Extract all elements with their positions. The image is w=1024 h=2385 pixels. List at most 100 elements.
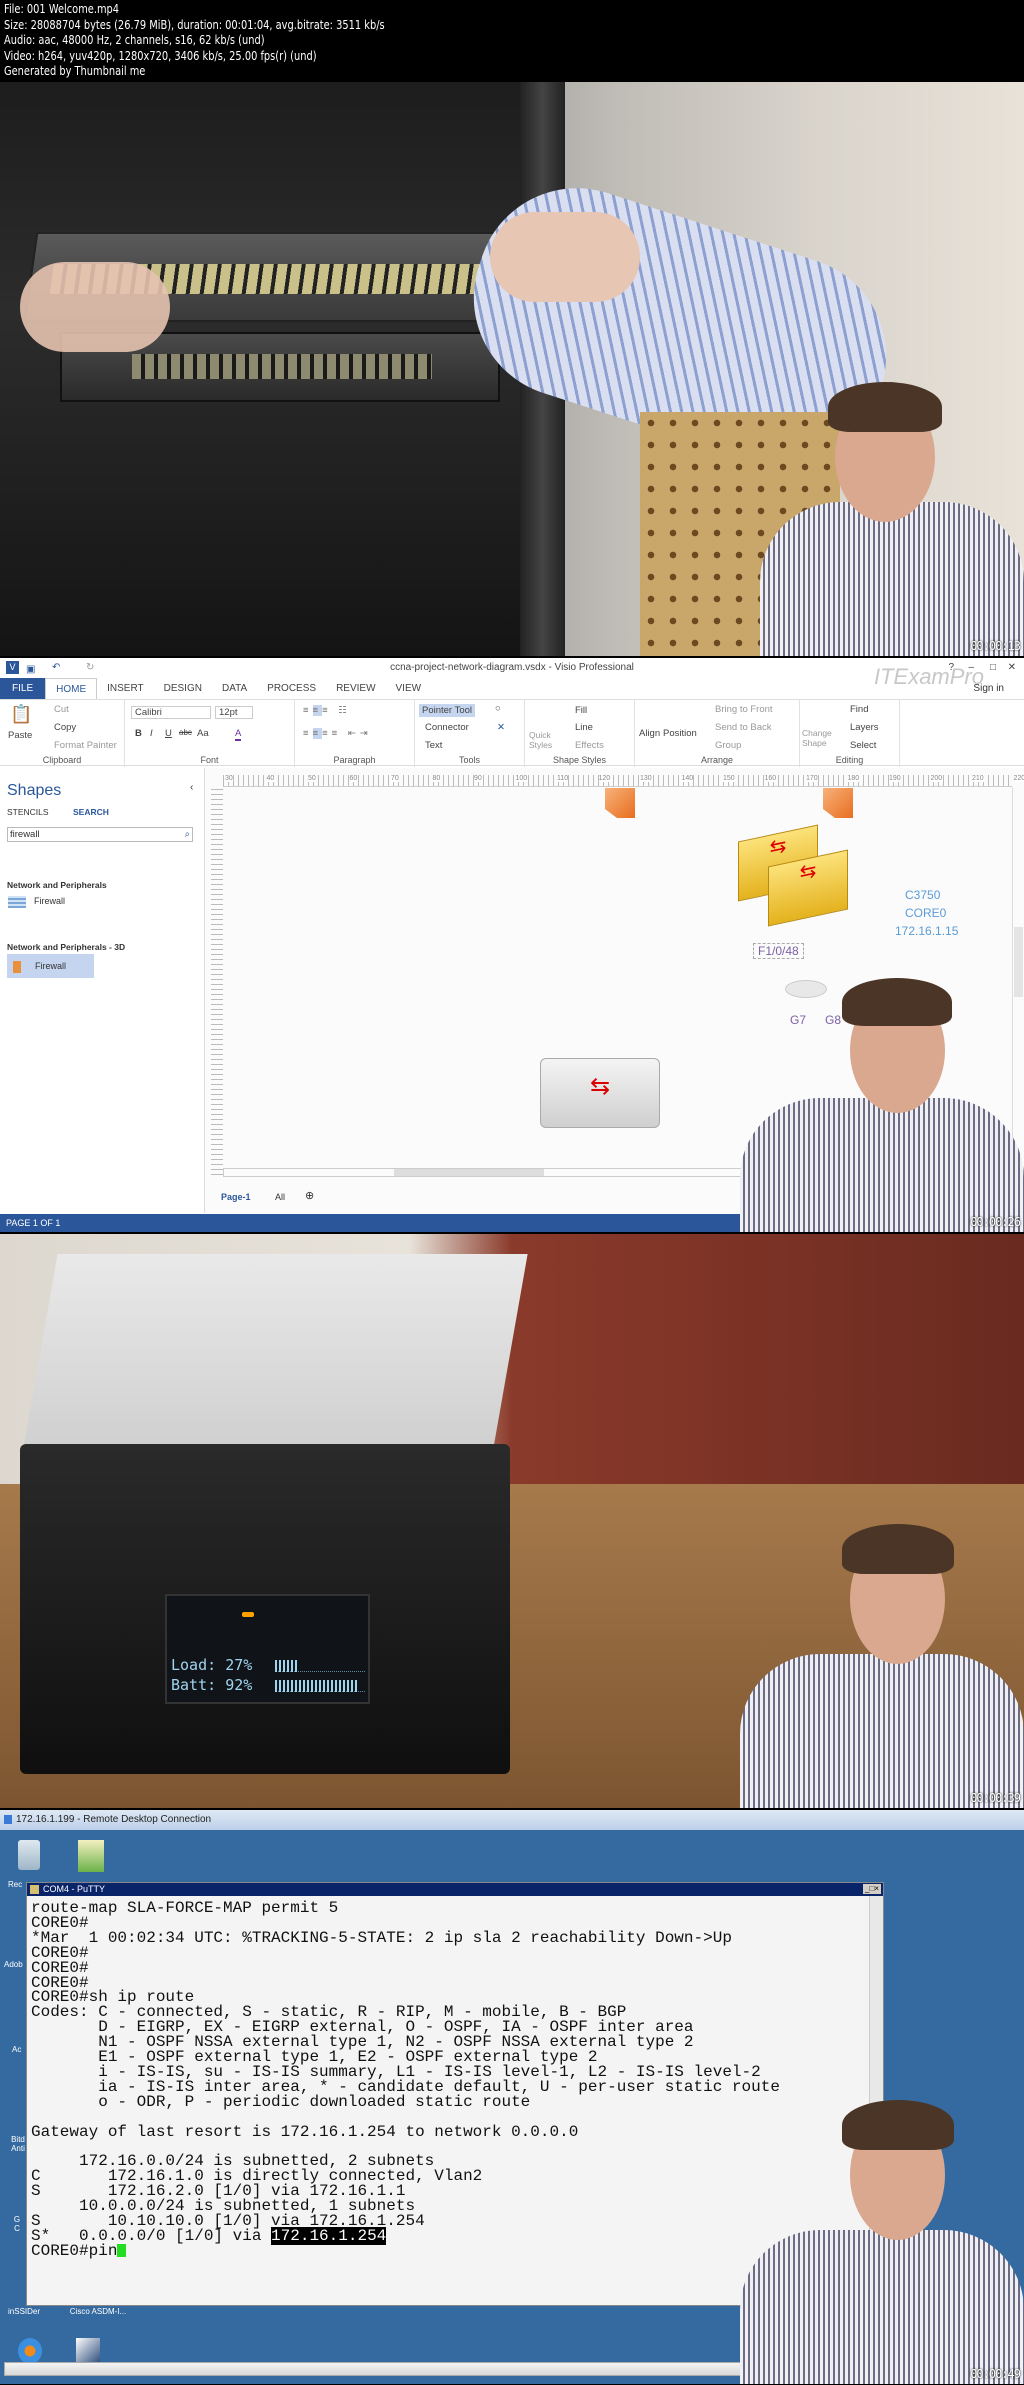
search-icon[interactable]: ⌕ <box>185 828 190 841</box>
rdp-icon <box>4 1815 12 1824</box>
tab-data[interactable]: DATA <box>212 678 257 699</box>
font-color-button[interactable]: A <box>235 728 242 741</box>
drawing-canvas[interactable]: 30 40 50 60 70 80 90 100 110 120 130 140 150 160 170 18… <box>205 768 1024 1213</box>
inssider-icon[interactable] <box>18 2338 42 2364</box>
timestamp: 00:00:49 <box>970 2367 1021 2381</box>
close-x-icon[interactable]: ✕ <box>497 722 505 733</box>
tab-home[interactable]: HOME <box>45 677 98 700</box>
page-tab[interactable]: Page-1 <box>221 1192 251 1202</box>
fill-button[interactable]: Fill <box>575 705 587 716</box>
layers-button[interactable]: Layers <box>850 722 879 733</box>
effects-button[interactable]: Effects <box>575 740 604 751</box>
paragraph-label: Paragraph <box>333 755 376 765</box>
change-shape-button[interactable]: Change Shape <box>802 728 836 748</box>
font-group: Calibri 12pt B I U abc Aa A Font <box>125 700 295 767</box>
horizontal-scrollbar[interactable] <box>223 1168 1012 1177</box>
rdp-title-bar: 172.16.1.199 - Remote Desktop Connection <box>0 1810 1024 1830</box>
tab-file[interactable]: FILE <box>0 678 46 699</box>
ribbon-tabs: FILE HOME INSERT DESIGN DATA PROCESS REV… <box>0 664 1024 700</box>
router-shape[interactable]: ⇆ <box>540 1058 660 1128</box>
close-button[interactable]: ✕ <box>1008 658 1016 678</box>
terminal-prompt[interactable]: CORE0#pin <box>31 2243 780 2259</box>
terminal-output[interactable]: route-map SLA-FORCE-MAP permit 5 CORE0# *M… <box>31 1899 780 2259</box>
pointer-tool-button[interactable]: Pointer Tool <box>419 704 475 717</box>
file-info-header: File: 001 Welcome.mp4 Size: 28088704 byt… <box>4 2 385 80</box>
tab-insert[interactable]: INSERT <box>97 678 154 699</box>
copy-button[interactable]: Copy <box>54 722 76 733</box>
shape-styles-label: Shape Styles <box>552 755 607 765</box>
connector-button[interactable]: Connector <box>425 722 469 733</box>
send-to-back-button[interactable]: Send to Back <box>715 722 772 733</box>
tab-view[interactable]: VIEW <box>386 678 432 699</box>
terminal-line: Gateway of last resort is 172.16.1.254 t… <box>31 2122 579 2141</box>
text-tool-button[interactable]: Text <box>425 740 442 751</box>
tab-search[interactable]: SEARCH <box>73 807 109 817</box>
ruler-tick-label: 150 <box>723 775 735 782</box>
shape-item-firewall-3d[interactable]: Firewall <box>7 954 94 978</box>
tab-process[interactable]: PROCESS <box>257 678 326 699</box>
maximize-button[interactable]: □ <box>990 658 996 678</box>
tab-stencils[interactable]: STENCILS <box>7 807 49 817</box>
collapse-pane-icon[interactable]: ‹ <box>190 782 193 793</box>
undo-icon[interactable]: ↶ <box>52 658 60 678</box>
shape-item-firewall[interactable]: Firewall <box>8 894 65 908</box>
ruler-tick-label: 200 <box>930 775 943 782</box>
add-page-button[interactable]: ⊕ <box>305 1189 314 1202</box>
firewall-shape-2[interactable] <box>823 788 853 818</box>
leopard-blanket <box>640 412 840 656</box>
shapes-title: Shapes <box>7 782 62 799</box>
port-label[interactable]: F1/0/48 <box>753 943 804 959</box>
font-size-select[interactable]: 12pt <box>215 706 253 719</box>
paste-button[interactable]: Paste <box>8 730 32 741</box>
notepad-shortcut-icon[interactable] <box>78 1840 104 1872</box>
underline-button[interactable]: U <box>165 728 172 739</box>
firewall-shape[interactable] <box>605 788 635 818</box>
strikethrough-button[interactable]: abc <box>179 728 192 737</box>
tab-review[interactable]: REVIEW <box>326 678 385 699</box>
terminal-scrollbar[interactable] <box>869 1896 883 2305</box>
page-count: PAGE 1 OF 1 <box>6 1218 61 1228</box>
find-button[interactable]: Find <box>850 704 868 715</box>
g8-label: G8 <box>825 1013 842 1027</box>
cut-button[interactable]: Cut <box>54 704 69 715</box>
search-value: firewall <box>10 829 40 840</box>
load-value: 27% <box>225 1656 253 1674</box>
position-button[interactable]: Position <box>663 728 697 739</box>
redo-icon[interactable]: ↻ <box>86 658 94 678</box>
group-button[interactable]: Group <box>715 740 741 751</box>
rdp-horizontal-scrollbar[interactable] <box>4 2362 1024 2376</box>
recycle-bin-icon[interactable] <box>18 1840 40 1870</box>
line-button[interactable]: Line <box>575 722 593 733</box>
shape-styles-group: Quick Styles Fill Line Effects Shape Sty… <box>525 700 635 767</box>
desktop-icon-label: Adob <box>4 1960 23 1969</box>
font-name-select[interactable]: Calibri <box>131 706 211 719</box>
tab-design[interactable]: DESIGN <box>154 678 212 699</box>
desktop-icon-label: Ac <box>12 2045 22 2054</box>
change-case-button[interactable]: Aa <box>197 728 209 739</box>
putty-window-controls[interactable]: _□× <box>863 1884 881 1894</box>
ups-load-row: Load: 27% <box>171 1656 252 1674</box>
bring-to-front-button[interactable]: Bring to Front <box>715 704 773 715</box>
shapes-search-input[interactable]: firewall ⌕ <box>7 827 193 842</box>
ellipse-icon[interactable]: ○ <box>495 703 501 714</box>
italic-button[interactable]: I <box>150 728 153 739</box>
vertical-scrollbar[interactable] <box>1012 787 1024 1168</box>
format-painter-button[interactable]: Format Painter <box>54 740 117 751</box>
save-icon[interactable]: ▣ <box>26 660 35 680</box>
align-icons[interactable]: ≡≡≡ ☷ <box>303 705 351 716</box>
quick-styles-button[interactable]: Quick Styles <box>529 730 559 750</box>
ups-batt-row: Batt: 92% <box>171 1676 252 1694</box>
terminal-line: route-map SLA-FORCE-MAP permit 5 <box>31 1899 339 1917</box>
asdm-icon[interactable] <box>76 2338 100 2364</box>
putty-window[interactable]: COM4 - PuTTY _□× route-map SLA-FORCE-MAP… <box>26 1882 884 2306</box>
batt-bar <box>275 1680 365 1692</box>
align-button[interactable]: Align <box>639 728 660 739</box>
all-pages-tab[interactable]: All <box>275 1192 285 1202</box>
ruler-tick-label: 190 <box>889 775 901 782</box>
ruler-tick-label: 110 <box>557 775 569 782</box>
align-icons-2[interactable]: ≡≡≡≡ ⇤⇥ <box>303 728 372 739</box>
sign-in-link[interactable]: Sign in <box>973 683 1004 694</box>
bold-button[interactable]: B <box>135 728 142 739</box>
select-button[interactable]: Select <box>850 740 876 751</box>
load-label: Load: <box>171 1656 217 1674</box>
